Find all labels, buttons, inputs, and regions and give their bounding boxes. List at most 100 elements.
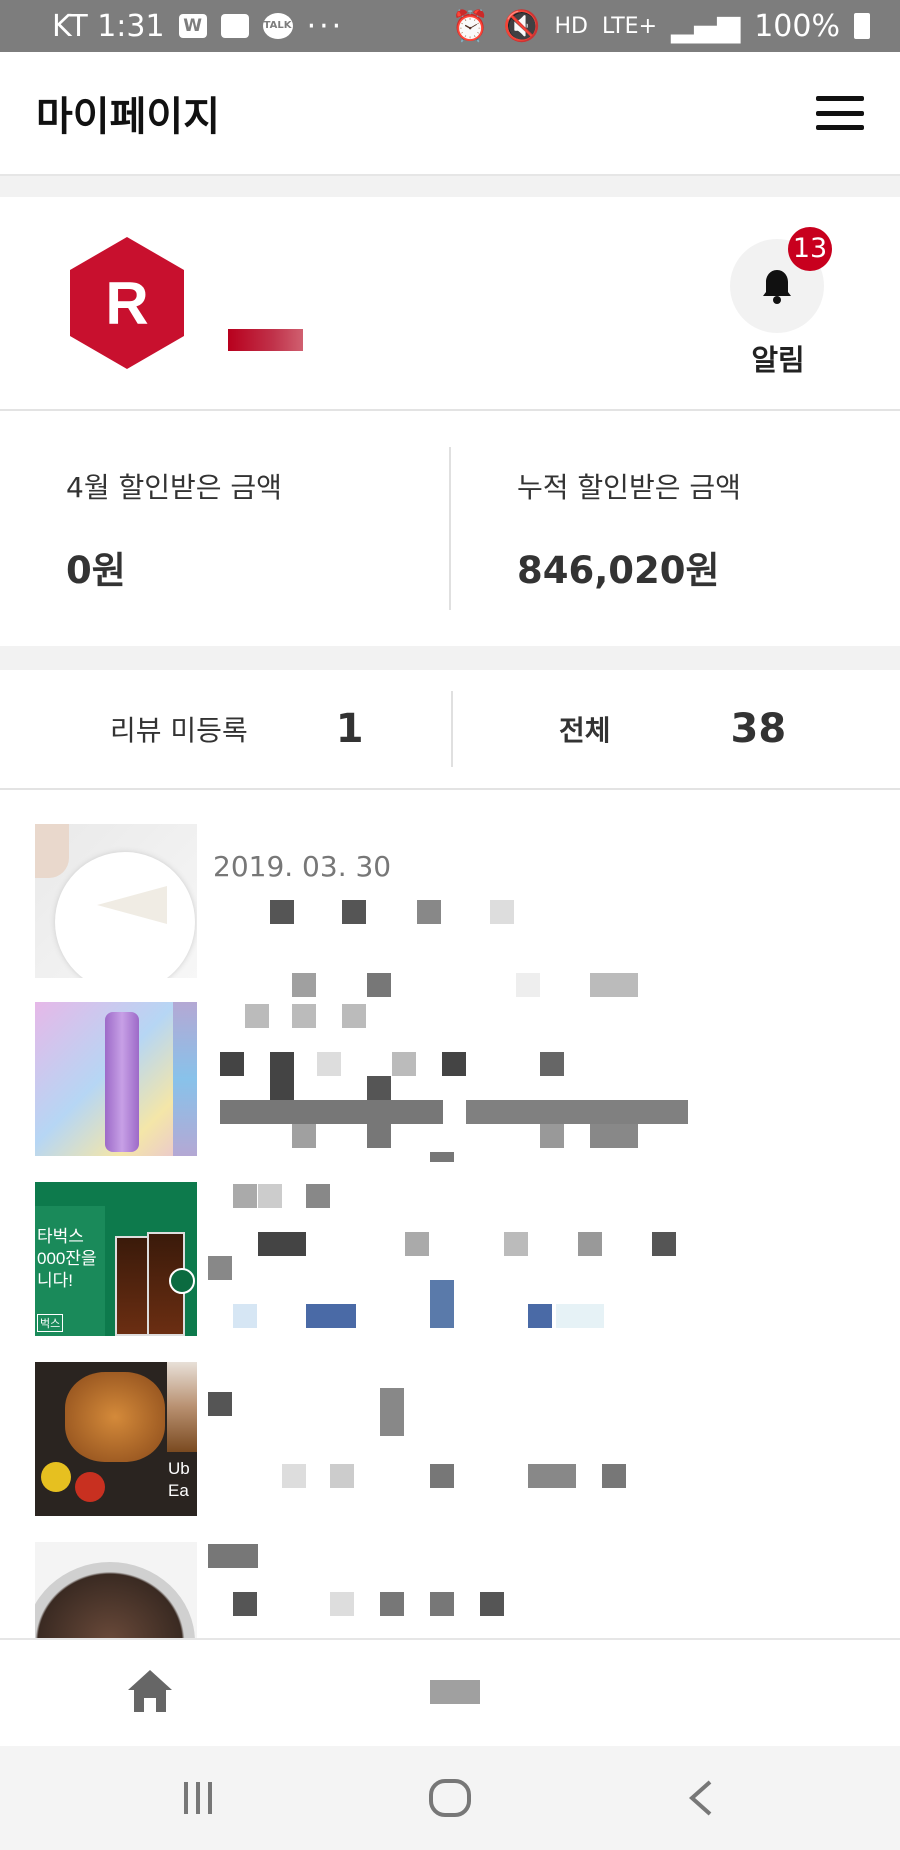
list-item[interactable]: 타벅스 000잔을 니다! 벅스	[0, 1168, 900, 1348]
redacted-text	[292, 1124, 316, 1148]
mute-icon: 🔇	[503, 8, 541, 44]
tab-review-unregistered[interactable]: 리뷰 미등록 1	[0, 670, 451, 788]
notification-label: 알림	[751, 343, 805, 377]
redacted-text	[602, 1464, 626, 1488]
bell-container: 13	[730, 227, 832, 333]
list-item[interactable]: 2019. 03. 30	[0, 810, 900, 997]
monthly-discount-label: 4월 할인받은 금액	[66, 471, 282, 504]
item-thumbnail	[35, 1002, 197, 1156]
monthly-discount: 4월 할인받은 금액 0원	[0, 411, 449, 646]
redacted-text	[306, 1184, 330, 1208]
logo-letter: R	[105, 270, 148, 337]
nav-item-redacted[interactable]	[430, 1680, 480, 1704]
page-title: 마이페이지	[36, 94, 220, 140]
redacted-text	[233, 1592, 257, 1616]
redacted-text	[258, 1184, 282, 1208]
status-right: ⏰ 🔇 HD LTE+ ▂▄▆ 100%	[452, 9, 870, 44]
redacted-text	[233, 1304, 257, 1328]
redacted-text	[430, 1152, 454, 1162]
thumb-text: 벅스	[37, 1314, 64, 1332]
status-bar: KT 1:31 W TALK ··· ⏰ 🔇 HD LTE+ ▂▄▆ 100%	[0, 0, 900, 52]
notification-badge: 13	[788, 227, 832, 271]
redacted-text	[292, 1004, 316, 1028]
redacted-text	[220, 1052, 244, 1076]
thumb-text: 타벅스	[37, 1227, 84, 1246]
username-redacted	[228, 329, 303, 351]
redacted-text	[306, 1304, 356, 1328]
redacted-text	[417, 900, 441, 924]
redacted-text	[556, 1304, 604, 1328]
review-unregistered-label: 리뷰 미등록	[110, 714, 248, 747]
signal-icon: ▂▄▆	[671, 8, 741, 44]
bell-icon	[763, 270, 791, 304]
bottom-navigation	[0, 1638, 900, 1748]
carrier-time: KT 1:31	[52, 8, 165, 44]
redacted-text	[270, 900, 294, 924]
item-date: 2019. 03. 30	[213, 850, 392, 883]
back-icon[interactable]	[686, 1778, 716, 1818]
brand-logo: R	[70, 237, 184, 369]
tab-all[interactable]: 전체 38	[453, 670, 900, 788]
monthly-discount-value: 0원	[66, 549, 126, 592]
redacted-text	[282, 1464, 306, 1488]
thumb-text: 000잔을	[37, 1249, 97, 1268]
redacted-text	[245, 1004, 269, 1028]
item-thumbnail	[35, 1542, 197, 1638]
gallery-icon	[220, 14, 249, 38]
redacted-text	[270, 1052, 294, 1100]
recents-icon[interactable]	[178, 1778, 218, 1818]
redacted-text	[466, 1100, 688, 1124]
redacted-text	[480, 1592, 504, 1616]
redacted-text	[405, 1232, 429, 1256]
thumb-text: Ub	[168, 1459, 190, 1478]
redacted-text	[208, 1256, 232, 1280]
redacted-text	[528, 1464, 576, 1488]
redacted-text	[430, 1464, 454, 1488]
total-discount-value: 846,020원	[517, 549, 720, 592]
redacted-text	[380, 1592, 404, 1616]
alarm-icon: ⏰	[451, 8, 490, 44]
redacted-text	[367, 1124, 391, 1148]
hamburger-menu-icon[interactable]	[816, 96, 864, 130]
item-thumbnail: Ub Ea	[35, 1362, 197, 1516]
redacted-text	[330, 1592, 354, 1616]
redacted-text	[208, 1544, 258, 1568]
profile-section: R 13 알림	[0, 197, 900, 411]
purchase-list: 2019. 03. 30 타벅스 000잔을 니다! 벅스 Ub Ea	[0, 790, 900, 1638]
all-count: 38	[730, 706, 787, 752]
status-left: KT 1:31 W TALK ···	[52, 9, 344, 44]
redacted-text	[652, 1232, 676, 1256]
total-discount-label: 누적 할인받은 금액	[517, 471, 741, 504]
redacted-text	[528, 1304, 552, 1328]
list-item[interactable]	[0, 1528, 900, 1638]
item-thumbnail	[35, 824, 197, 978]
notification-button[interactable]: 13 알림	[730, 227, 832, 379]
talk-icon: TALK	[262, 13, 293, 39]
item-thumbnail: 타벅스 000잔을 니다! 벅스	[35, 1182, 197, 1336]
word-app-icon: W	[178, 14, 207, 38]
redacted-text	[578, 1232, 602, 1256]
app-header: 마이페이지	[0, 52, 900, 176]
battery-percent: 100%	[754, 8, 840, 44]
system-navigation-bar	[0, 1746, 900, 1850]
redacted-text	[504, 1232, 528, 1256]
redacted-text	[330, 1464, 354, 1488]
total-discount: 누적 할인받은 금액 846,020원	[451, 411, 900, 646]
redacted-text	[208, 1392, 232, 1416]
all-label: 전체	[559, 714, 611, 747]
redacted-text	[258, 1232, 306, 1256]
system-home-icon[interactable]	[428, 1778, 472, 1818]
list-item[interactable]: Ub Ea	[0, 1348, 900, 1528]
redacted-text	[540, 1124, 564, 1148]
thumb-text: 니다!	[37, 1271, 74, 1290]
redacted-text	[367, 1076, 391, 1100]
list-item[interactable]	[0, 988, 900, 1168]
redacted-text	[233, 1184, 257, 1208]
redacted-text	[317, 1052, 341, 1076]
redacted-text	[590, 1124, 638, 1148]
review-unregistered-count: 1	[335, 706, 364, 752]
redacted-text	[540, 1052, 564, 1076]
home-icon[interactable]	[126, 1668, 174, 1714]
redacted-text	[380, 1388, 404, 1436]
more-notifications: ···	[306, 8, 345, 44]
